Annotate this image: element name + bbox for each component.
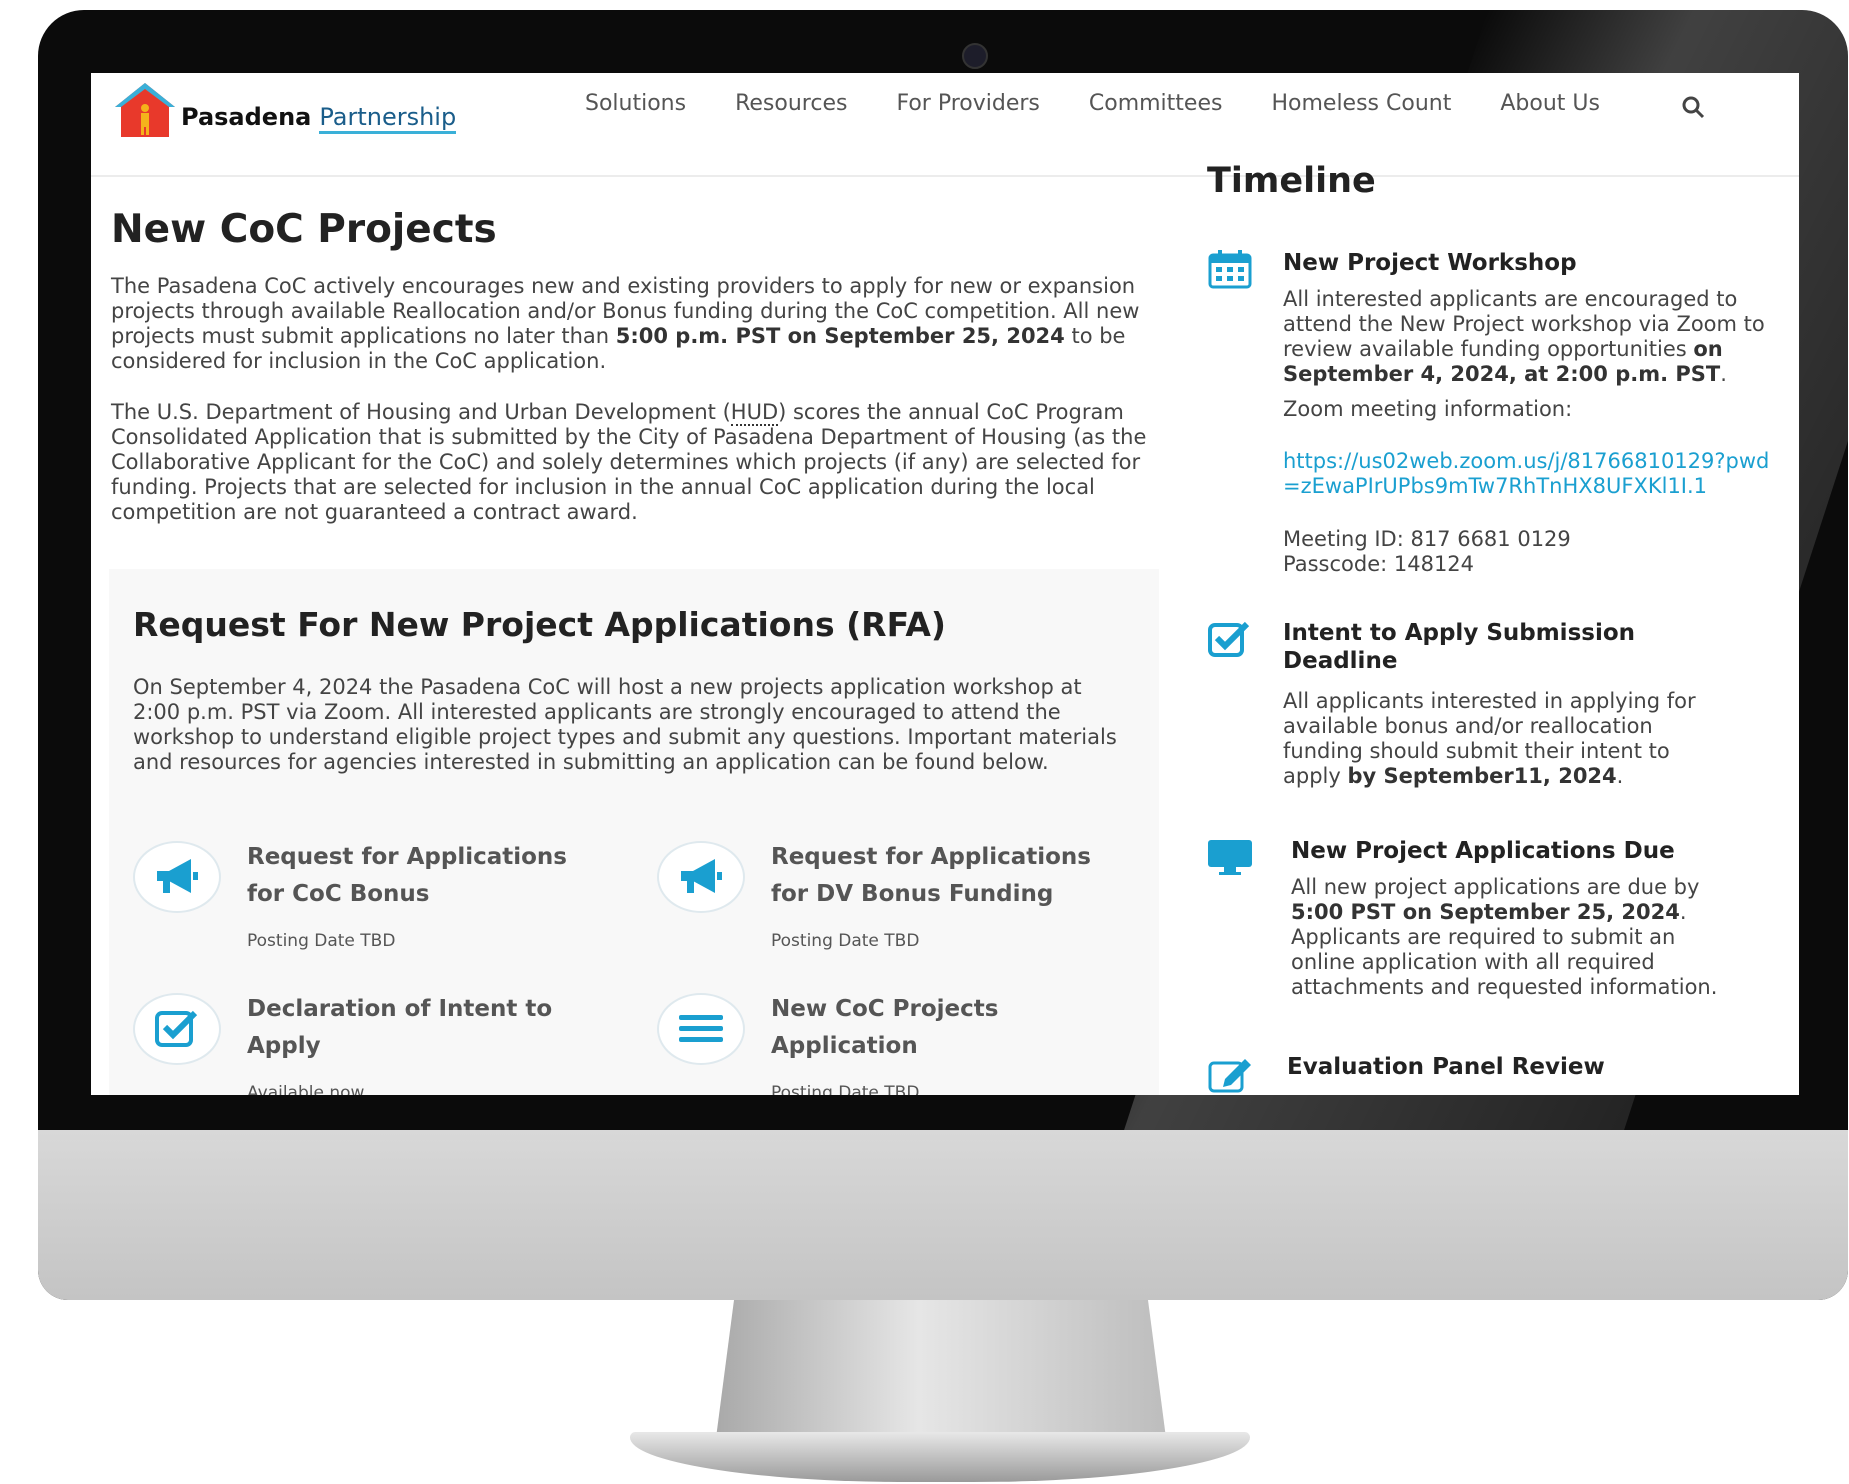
- camera-icon: [962, 43, 988, 69]
- logo-text: Pasadena Partnership: [181, 103, 457, 134]
- hud-paragraph: The U.S. Department of Housing and Urban…: [111, 400, 1147, 524]
- monitor-chin: [38, 1130, 1848, 1300]
- checkbox-icon: [155, 1010, 198, 1047]
- main-nav: Solutions Resources For Providers Commit…: [585, 91, 1649, 116]
- hud-abbreviation[interactable]: HUD: [730, 400, 779, 426]
- megaphone-icon: [157, 859, 198, 893]
- nav-resources[interactable]: Resources: [735, 91, 847, 116]
- menu-lines-icon: [679, 1015, 723, 1042]
- rfa-item-dv-bonus[interactable]: Request for Applications for DV Bonus Fu…: [657, 841, 1137, 981]
- rfa-item-application[interactable]: New CoC Projects Application Posting Dat…: [657, 993, 1137, 1095]
- nav-solutions[interactable]: Solutions: [585, 91, 686, 116]
- monitor-stand-foot: [630, 1432, 1250, 1482]
- timeline-title: Timeline: [1207, 161, 1376, 201]
- rfa-description: On September 4, 2024 the Pasadena CoC wi…: [133, 675, 1117, 774]
- zoom-link[interactable]: https://us02web.zoom.us/j/81766810129?pw…: [1283, 449, 1783, 499]
- megaphone-icon: [681, 859, 722, 893]
- search-icon[interactable]: [1681, 95, 1705, 119]
- calendar-icon: [1208, 250, 1252, 289]
- nav-about-us[interactable]: About Us: [1500, 91, 1600, 116]
- rfa-item-intent[interactable]: Declaration of Intent to Apply Available…: [133, 993, 613, 1095]
- monitor-stand-neck: [716, 1300, 1166, 1438]
- page-title: New CoC Projects: [111, 207, 497, 252]
- site-header: Pasadena Partnership Solutions Resources …: [91, 73, 1799, 177]
- rfa-section: Request For New Project Applications (RF…: [109, 569, 1159, 1095]
- screen: Pasadena Partnership Solutions Resources …: [91, 73, 1799, 1095]
- nav-committees[interactable]: Committees: [1089, 91, 1223, 116]
- rfa-item-coc-bonus[interactable]: Request for Applications for CoC Bonus P…: [133, 841, 613, 981]
- intro-paragraph: The Pasadena CoC actively encourages new…: [111, 274, 1140, 373]
- main-content: New CoC Projects The Pasadena CoC active…: [111, 193, 1171, 551]
- monitor-icon: [1208, 840, 1252, 875]
- site-logo[interactable]: Pasadena Partnership: [113, 79, 457, 149]
- rfa-title: Request For New Project Applications (RF…: [133, 605, 946, 644]
- checkbox-icon: [1208, 621, 1250, 657]
- nav-homeless-count[interactable]: Homeless Count: [1271, 91, 1451, 116]
- edit-icon: [1208, 1059, 1251, 1093]
- nav-for-providers[interactable]: For Providers: [896, 91, 1039, 116]
- house-logo-icon: [115, 83, 175, 137]
